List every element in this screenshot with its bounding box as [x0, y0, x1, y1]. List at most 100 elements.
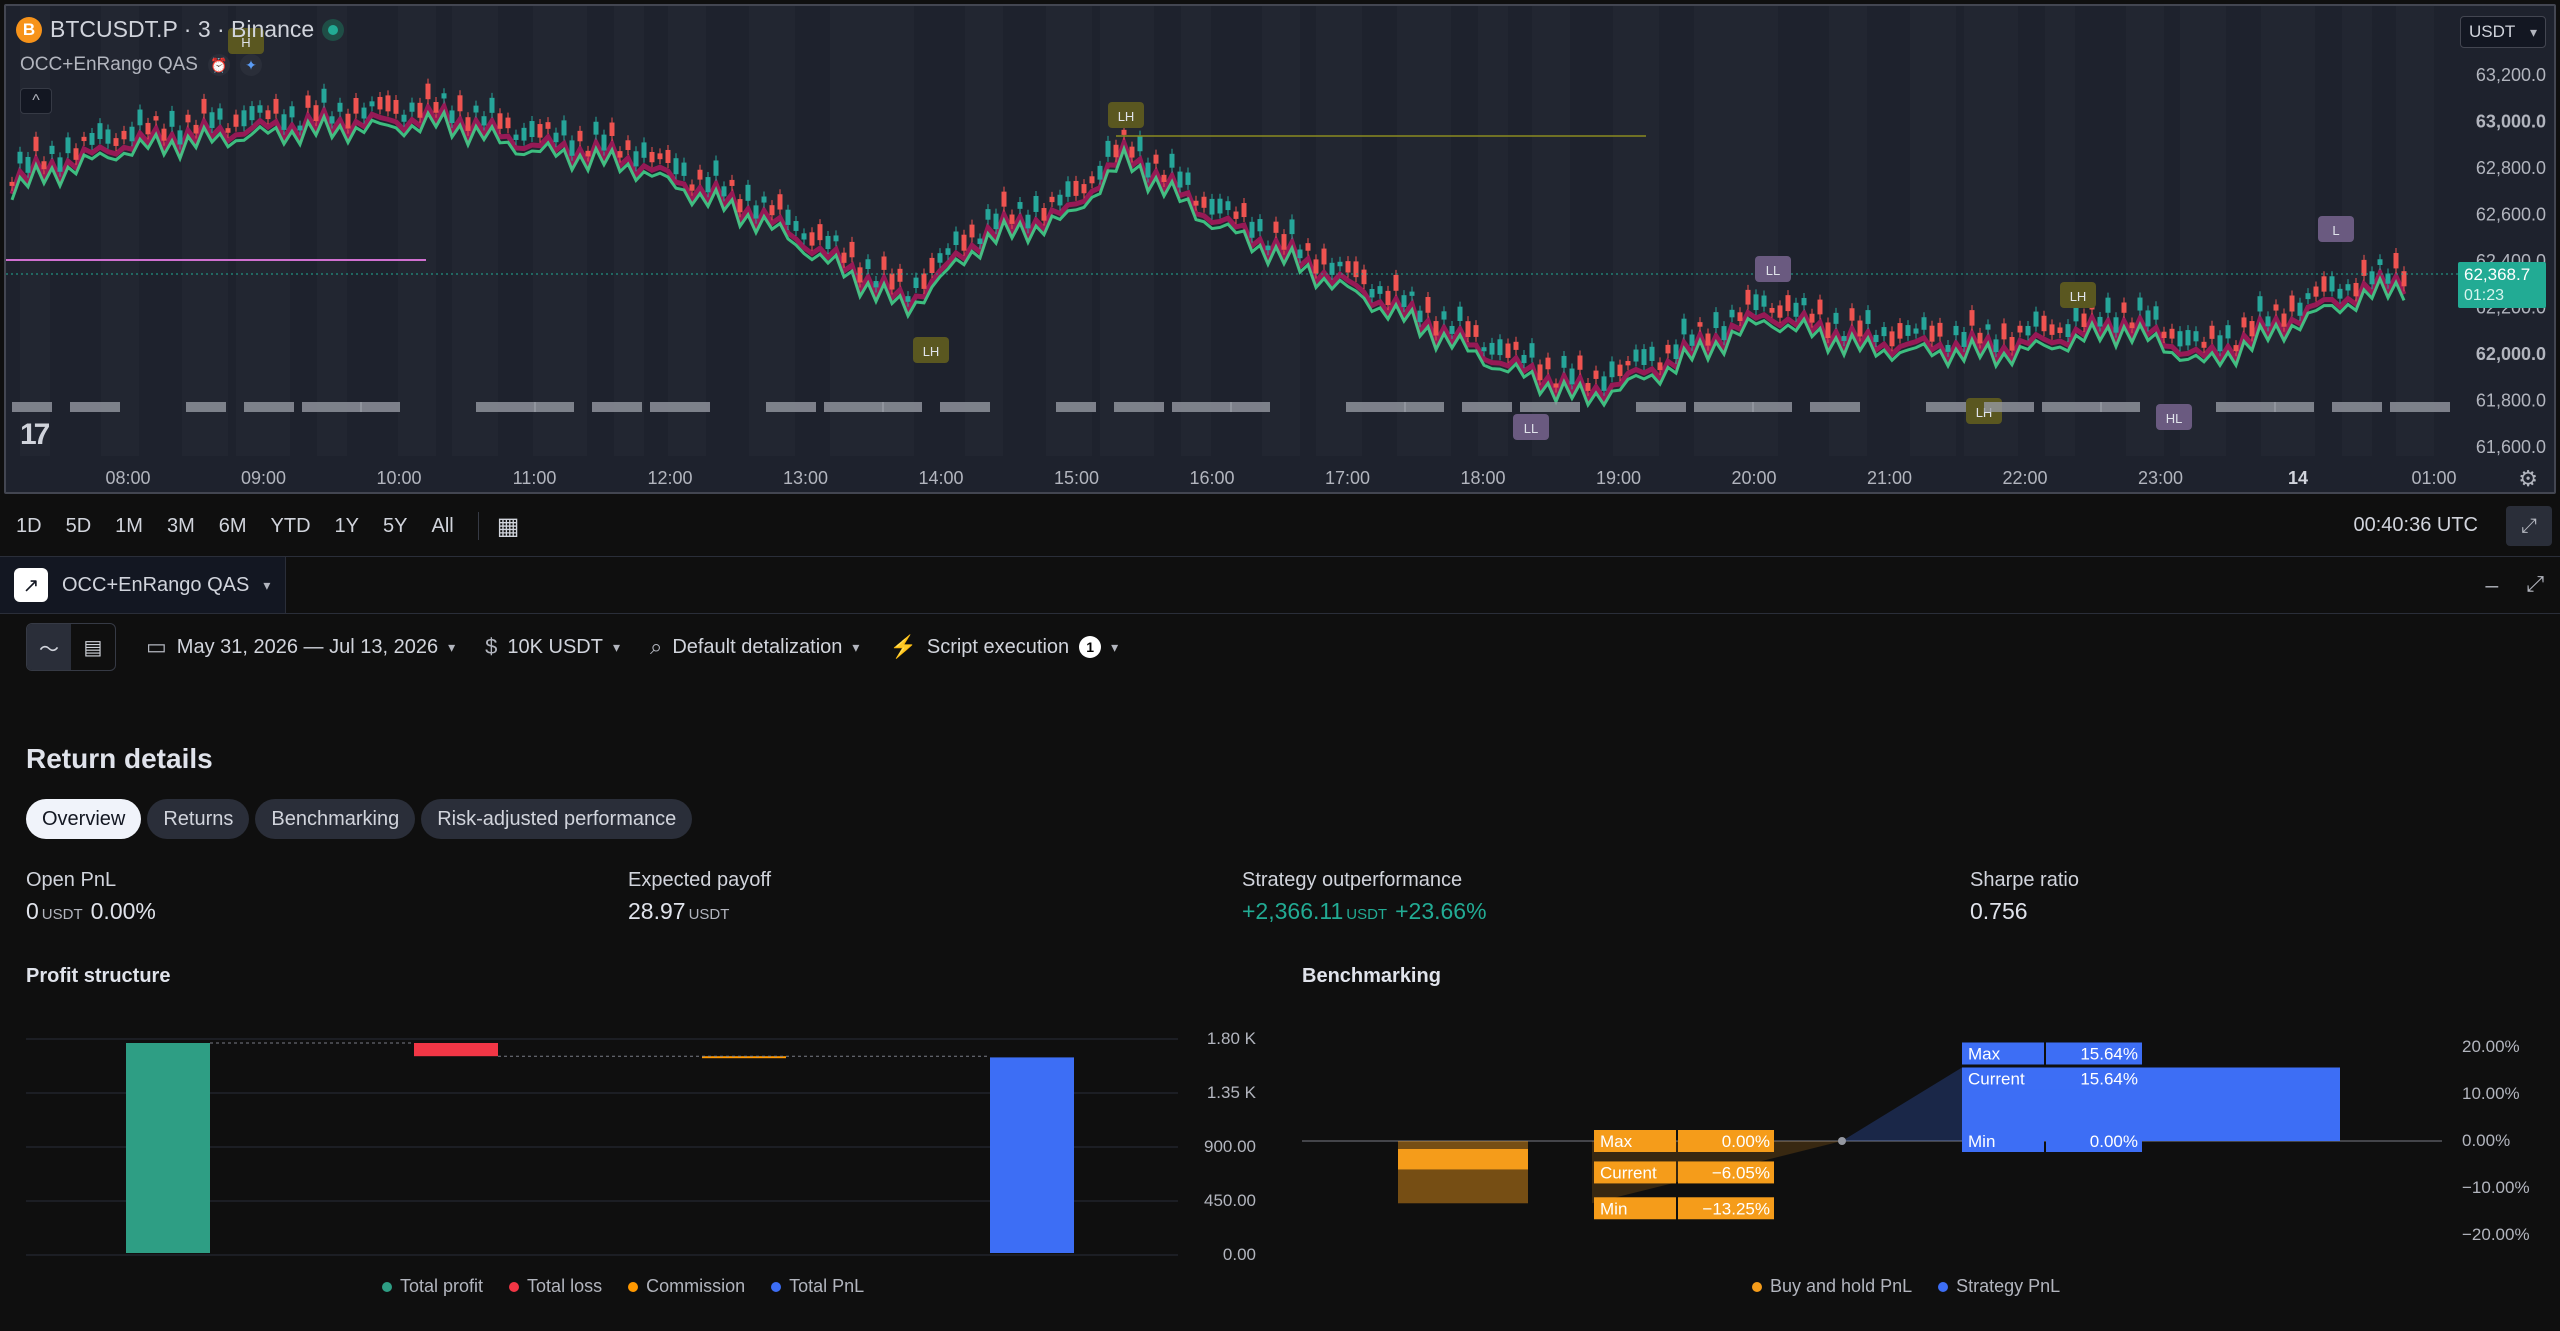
strategy-tab[interactable]: ↗ OCC+EnRango QAS ▾: [0, 557, 286, 613]
script-execution-select[interactable]: ⚡ Script execution 1 ▾: [889, 634, 1118, 660]
capital-select[interactable]: $ 10K USDT ▾: [485, 634, 620, 660]
candle: [1537, 364, 1543, 381]
metric-label: Open PnL: [26, 869, 117, 891]
candle: [1297, 249, 1303, 259]
tf-1d[interactable]: 1D: [16, 515, 42, 538]
candle: [1993, 339, 1999, 353]
tab-returns[interactable]: Returns: [147, 799, 250, 839]
chart-view-icon[interactable]: 〜: [27, 624, 71, 670]
candle: [1593, 370, 1599, 379]
tf-1m[interactable]: 1M: [115, 515, 143, 538]
session-bar: [186, 402, 226, 412]
candle: [129, 126, 135, 142]
legend-item[interactable]: Strategy PnL: [1938, 1276, 2060, 1297]
symbol-title[interactable]: BTCUSDT.P · 3 · Binance: [50, 16, 314, 43]
tf-5y[interactable]: 5Y: [383, 515, 407, 538]
candle: [1617, 364, 1623, 377]
candle: [1673, 344, 1679, 360]
candle: [2025, 325, 2031, 336]
collapse-legend-button[interactable]: ^: [20, 88, 52, 114]
maximize-panel-button[interactable]: ⤢: [2506, 506, 2552, 546]
tf-5d[interactable]: 5D: [66, 515, 92, 538]
candle: [433, 102, 439, 113]
open-pnl-value: 0: [26, 898, 39, 924]
maximize-icon[interactable]: ⤢: [2526, 571, 2544, 597]
candle: [713, 160, 719, 176]
legend-item[interactable]: Commission: [628, 1276, 745, 1297]
candle: [1865, 310, 1871, 324]
expand-icon: ⤢: [2521, 514, 2537, 537]
session-bar: [1926, 402, 1966, 412]
candle: [1689, 334, 1695, 346]
candle: [705, 177, 711, 193]
benchmarking-chart[interactable]: 20.00% 10.00% 0.00% −10.00% −20.00% Max 0.00% C…: [1302, 1005, 2552, 1275]
gear-icon[interactable]: ⚙: [2518, 466, 2538, 492]
tradingview-logo-icon[interactable]: 17: [20, 418, 50, 452]
candle: [1137, 135, 1143, 152]
price-chart[interactable]: 63,200.0 63,000.0 62,800.0 62,600.0 62,400.0…: [4, 4, 2556, 494]
session-band: [533, 6, 587, 456]
tf-all[interactable]: All: [431, 515, 453, 538]
tf-3m[interactable]: 3M: [167, 515, 195, 538]
minimize-icon[interactable]: _: [2486, 563, 2498, 589]
y-tick-label: 0.00: [1223, 1245, 1256, 1264]
time-tick: 17:00: [1325, 468, 1370, 488]
detalization-select[interactable]: ⌕ Default detalization ▾: [650, 634, 859, 660]
candle: [1161, 174, 1167, 183]
time-tick: 22:00: [2002, 468, 2047, 488]
candle: [1929, 325, 1935, 342]
tab-overview[interactable]: Overview: [26, 799, 142, 839]
legend-item[interactable]: Buy and hold PnL: [1752, 1276, 1912, 1297]
candle: [2121, 302, 2127, 313]
candle: [1793, 302, 1799, 317]
indicator-legend[interactable]: OCC+EnRango QAS ⏰ ✦: [20, 54, 262, 76]
clock[interactable]: 00:40:36 UTC: [2353, 514, 2478, 537]
alert-clock-icon[interactable]: ⏰: [207, 54, 230, 76]
currency-select[interactable]: USDT ▾: [2460, 16, 2546, 48]
view-toggle[interactable]: 〜 ▤: [26, 623, 116, 671]
date-range-select[interactable]: ▭ May 31, 2026 — Jul 13, 2026 ▾: [146, 634, 455, 660]
unit: USDT: [688, 906, 730, 923]
tf-1y[interactable]: 1Y: [335, 515, 359, 538]
strategy-current-val: 15.64%: [2080, 1069, 2138, 1088]
candle: [2385, 273, 2391, 284]
session-bar: [1520, 402, 1580, 412]
table-view-icon[interactable]: ▤: [71, 624, 115, 670]
profit-structure-chart[interactable]: 1.80 K 1.35 K 900.00 450.00 0.00: [26, 1005, 1256, 1275]
candle: [1665, 344, 1671, 354]
price-tick: 62,600.0: [2476, 205, 2546, 225]
candle: [1769, 307, 1775, 313]
legend-item[interactable]: Total PnL: [771, 1276, 864, 1297]
tf-6m[interactable]: 6M: [219, 515, 247, 538]
candle: [1009, 214, 1015, 224]
indicator-name[interactable]: OCC+EnRango QAS: [20, 54, 198, 76]
time-tick: 18:00: [1460, 468, 1505, 488]
calendar-goto-icon[interactable]: ▦: [497, 512, 520, 541]
candle: [401, 114, 407, 122]
session-bar: [1230, 402, 1270, 412]
tab-risk-adjusted[interactable]: Risk-adjusted performance: [421, 799, 693, 839]
time-tick: 09:00: [241, 468, 286, 488]
strategy-min-key: Min: [1968, 1132, 1995, 1151]
time-tick: 23:00: [2138, 468, 2183, 488]
legend-item[interactable]: Total profit: [382, 1276, 483, 1297]
tf-ytd[interactable]: YTD: [271, 515, 311, 538]
magic-icon[interactable]: ✦: [239, 54, 262, 76]
legend-item[interactable]: Total loss: [509, 1276, 602, 1297]
symbol-header[interactable]: B BTCUSDT.P · 3 · Binance: [16, 16, 345, 43]
session-bar: [1752, 402, 1792, 412]
y-tick-label: 20.00%: [2462, 1037, 2520, 1056]
candle: [993, 213, 999, 230]
candlestick-canvas[interactable]: 63,200.063,000.062,800.062,600.062,400.0…: [6, 6, 2556, 494]
candle: [1697, 322, 1703, 327]
session-bar: [1056, 402, 1096, 412]
candle: [961, 234, 967, 251]
tab-benchmarking[interactable]: Benchmarking: [255, 799, 416, 839]
candle: [233, 114, 239, 127]
session-bar: [650, 402, 710, 412]
open-pnl-pct: 0.00%: [90, 898, 156, 924]
candle: [2193, 331, 2199, 342]
candle: [329, 116, 335, 124]
metric-expected-payoff: Expected payoff 28.97 USDT: [628, 869, 771, 925]
pivot-label: LH: [1118, 109, 1135, 124]
